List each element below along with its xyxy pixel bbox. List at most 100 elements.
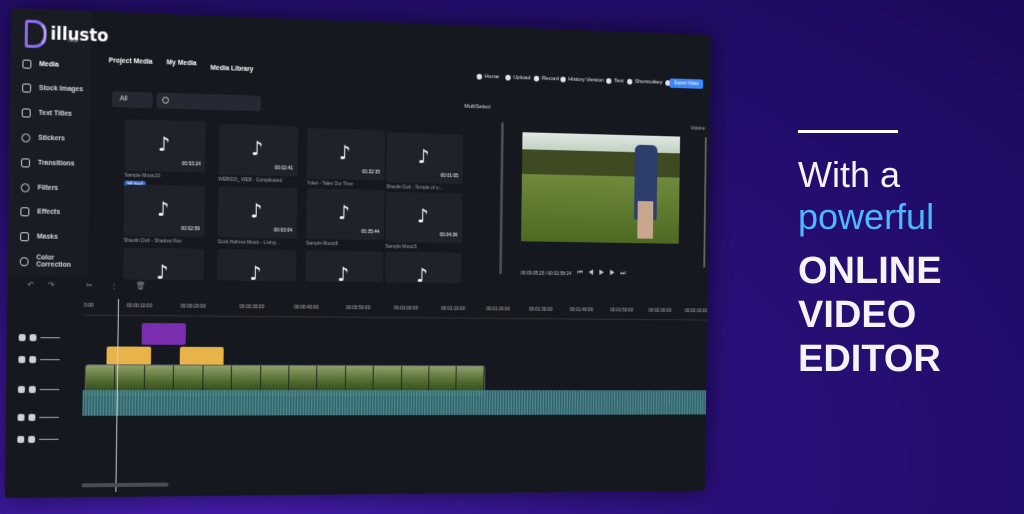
media-card[interactable]: ♪ 00:35:44 [306,188,384,240]
volume-slider[interactable] [703,137,706,267]
text-tool-icon [606,78,611,84]
media-card[interactable]: ♪ 00:03:04 [218,186,298,238]
sidebar-item-text-titles[interactable]: Text Titles [22,103,72,122]
sidebar: illusto beta Media Stock Images Text Tit… [8,8,92,277]
sidebar-item-color-correction[interactable]: Color Correction [20,252,89,271]
video-preview[interactable] [521,132,680,244]
music-note-icon: ♪ [156,260,169,284]
sidebar-item-filters[interactable]: Filters [21,178,59,197]
media-filter-select[interactable]: All [112,91,153,108]
redo-icon[interactable]: ↷ [48,280,55,289]
editor-window: illusto beta Media Stock Images Text Tit… [5,8,711,498]
media-card[interactable]: ♪ [217,249,296,281]
lock-icon[interactable] [18,386,25,393]
music-note-icon: ♪ [338,201,350,224]
text-clip[interactable] [142,323,186,345]
cut-icon[interactable]: ✂ [86,281,93,290]
preview-timecode: 00:00:05.25 / 00:02:58:24 [521,271,572,277]
ruler-tick: 00:01:50:00 [610,308,633,314]
keyboard-icon [627,79,632,85]
track-volume-slider[interactable] [39,438,59,439]
media-icon [22,59,31,68]
shortcutkey-button[interactable]: Shortcutkey [627,79,662,86]
delete-icon[interactable]: 🗑 [136,281,146,290]
eye-icon[interactable] [29,356,36,363]
music-note-icon: ♪ [251,136,263,160]
ruler-tick: 00:01:00:00 [394,306,418,312]
tab-project-media[interactable]: Project Media [109,57,153,65]
playback-controls[interactable]: ⏮◀▶▶⏭ [577,270,631,278]
tab-my-media[interactable]: My Media [167,59,197,67]
sidebar-item-stickers[interactable]: Stickers [21,128,65,147]
track-volume-slider[interactable] [39,416,59,417]
export-video-button[interactable]: Export Video [670,78,703,88]
tagline-line-1: With a [798,155,1018,195]
media-card[interactable]: ♪ 00:02:59 [124,184,205,237]
undo-icon[interactable]: ↶ [27,280,34,289]
sidebar-item-stock-images[interactable]: Stock Images [22,78,83,98]
sidebar-item-transitions[interactable]: Transitions [21,153,75,172]
eye-icon[interactable] [29,386,36,393]
track-volume-slider[interactable] [40,337,60,338]
split-icon[interactable]: ⋮ [110,281,118,290]
media-search-input[interactable] [156,93,261,112]
media-card[interactable]: ♪ [123,248,204,281]
track-controls[interactable] [18,384,77,394]
ruler-tick: 00:00:40:00 [294,305,319,311]
lock-icon[interactable] [18,413,25,420]
media-card[interactable]: ♪ 00:02:41 [218,124,298,177]
music-note-icon: ♪ [157,197,170,221]
tagline-line-4: VIDEO [798,293,1018,337]
text-button[interactable]: Text [606,78,624,84]
ruler-tick: 00:02:10:00 [685,308,708,314]
sidebar-item-label: Media [39,61,59,69]
media-card[interactable]: ♪ 00:53:24 [125,119,206,172]
color-correction-icon [20,257,29,266]
media-card[interactable]: ♪ 00:32:35 [307,128,385,180]
timeline-scrollbar[interactable] [81,483,168,488]
sidebar-item-masks[interactable]: Masks [20,227,58,246]
music-note-icon: ♪ [250,199,262,223]
media-card[interactable]: ♪ [305,250,383,282]
record-button[interactable]: Record [534,76,559,83]
promo-tagline: With a powerful ONLINE VIDEO EDITOR [798,130,1018,381]
sidebar-item-label: Masks [37,233,58,240]
ruler-tick: 0:00 [84,303,94,309]
track-controls[interactable] [18,354,77,364]
ruler-tick: 00:00:20:00 [180,304,205,310]
media-scrollbar[interactable] [499,122,504,274]
media-card[interactable]: ♪ 00:04:36 [385,192,462,243]
tagline-line-2: powerful [798,195,1018,239]
eye-icon[interactable] [28,435,35,442]
upload-icon [505,75,510,81]
sidebar-item-effects[interactable]: Effects [20,202,60,221]
upload-button[interactable]: Upload [505,75,530,82]
sticker-icon [21,133,30,142]
ruler-tick: 00:00:50:00 [346,305,370,311]
home-button[interactable]: Home [477,74,500,80]
tagline-rule [798,130,898,133]
eye-icon[interactable] [30,334,37,341]
track-controls[interactable] [17,434,76,444]
sidebar-item-media[interactable]: Media [22,54,58,73]
media-card[interactable]: ♪ 00:01:05 [386,132,463,184]
music-note-icon: ♪ [418,145,430,168]
track-volume-slider[interactable] [40,359,60,360]
eye-icon[interactable] [28,413,35,420]
music-icon[interactable] [17,435,24,442]
media-label: Sample Music10 [125,173,161,180]
multiselect-toggle[interactable]: MultiSelect [464,104,490,111]
track-volume-slider[interactable] [40,389,60,390]
lock-icon[interactable] [18,356,25,363]
filters-icon [21,183,30,192]
sidebar-item-label: Filters [37,184,58,191]
lock-icon[interactable] [19,334,26,341]
media-card[interactable]: ♪ [385,252,462,284]
history-version-button[interactable]: History Version [560,77,603,84]
tab-media-library[interactable]: Media Library [210,65,253,73]
audio-waveform[interactable] [82,390,710,416]
timeline-ruler[interactable]: 0:00 00:00:10:00 00:00:20:00 00:00:30:00… [84,301,711,321]
track-controls[interactable] [18,412,77,422]
video-person-legs [637,201,653,239]
track-controls[interactable] [19,332,78,342]
